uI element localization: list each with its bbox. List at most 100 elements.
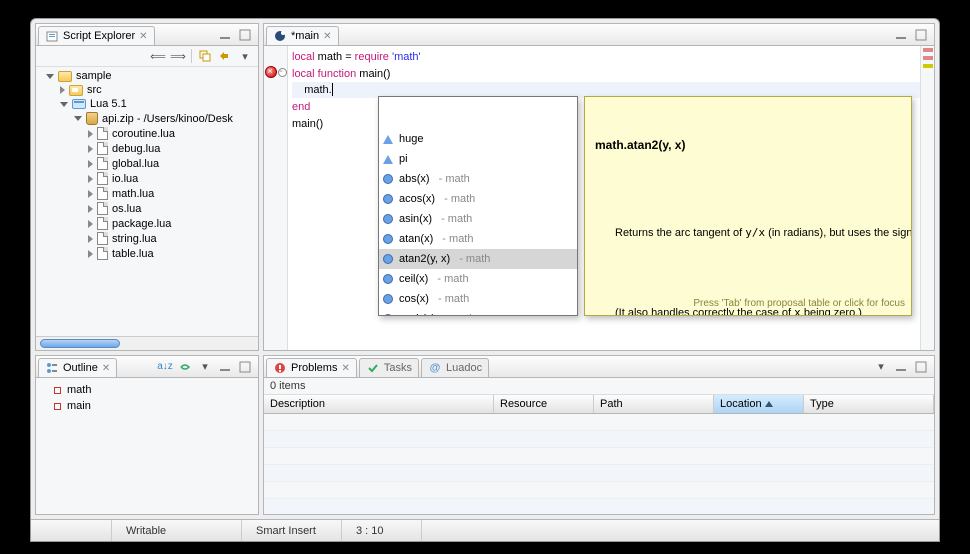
tree-file[interactable]: table.lua (36, 246, 258, 261)
outline-symbol-icon (54, 403, 61, 410)
col-location[interactable]: Location (714, 395, 804, 413)
maximize-icon[interactable] (914, 360, 928, 374)
forward-icon[interactable]: ⟹ (171, 49, 185, 63)
autocomplete-item[interactable]: cosh(x) - math (379, 309, 577, 316)
view-menu-icon[interactable]: ▾ (874, 360, 888, 374)
explorer-toolbar: ⟸ ⟹ ▾ (36, 46, 258, 67)
col-resource[interactable]: Resource (494, 395, 594, 413)
minimize-icon[interactable] (894, 28, 908, 42)
tree-file[interactable]: package.lua (36, 216, 258, 231)
doc-popup[interactable]: math.atan2(y, x) Returns the arc tangent… (584, 96, 912, 316)
script-explorer-icon (45, 29, 59, 43)
minimize-icon[interactable] (218, 28, 232, 42)
tree-file[interactable]: debug.lua (36, 141, 258, 156)
tree-file[interactable]: coroutine.lua (36, 126, 258, 141)
ruler-error-mark[interactable] (923, 56, 933, 60)
ruler-warn-mark[interactable] (923, 64, 933, 68)
code-area[interactable]: local math = require 'math' local functi… (288, 46, 920, 350)
sort-icon[interactable]: a↓z (158, 360, 172, 374)
explorer-tab[interactable]: Script Explorer ✕ (38, 26, 155, 45)
autocomplete-item[interactable]: pi (379, 149, 577, 169)
editor-gutter[interactable] (264, 46, 288, 350)
ruler-error-mark[interactable] (923, 48, 933, 52)
tab-luadoc[interactable]: @ Luadoc (421, 358, 489, 377)
constant-icon (383, 135, 393, 144)
autocomplete-item[interactable]: atan2(y, x) - math (379, 249, 577, 269)
autocomplete-item[interactable]: atan(x) - math (379, 229, 577, 249)
file-icon (97, 142, 108, 155)
problems-rows (264, 414, 934, 514)
tree-file[interactable]: os.lua (36, 201, 258, 216)
file-icon (97, 247, 108, 260)
tree-file[interactable]: global.lua (36, 156, 258, 171)
maximize-icon[interactable] (238, 28, 252, 42)
autocomplete-item[interactable]: acos(x) - math (379, 189, 577, 209)
outline-list[interactable]: mathmain (36, 378, 258, 514)
autocomplete-item[interactable]: cos(x) - math (379, 289, 577, 309)
error-marker-icon[interactable] (265, 66, 277, 78)
minimize-icon[interactable] (894, 360, 908, 374)
file-icon (97, 187, 108, 200)
tab-problems[interactable]: Problems ✕ (266, 358, 357, 377)
back-icon[interactable]: ⟸ (151, 49, 165, 63)
overview-ruler[interactable] (920, 46, 934, 350)
autocomplete-popup[interactable]: hugepiabs(x) - mathacos(x) - mathasin(x)… (378, 96, 578, 316)
outline-item[interactable]: main (42, 398, 252, 414)
view-menu-icon[interactable]: ▾ (198, 360, 212, 374)
tree-project[interactable]: sample (36, 69, 258, 83)
tab-label: Tasks (384, 362, 412, 374)
function-icon (383, 214, 393, 224)
autocomplete-item[interactable]: ceil(x) - math (379, 269, 577, 289)
tree-src[interactable]: src (36, 83, 258, 97)
editor-tab-main[interactable]: *main ✕ (266, 26, 339, 45)
filter-icon[interactable] (178, 360, 192, 374)
tree-lib[interactable]: Lua 5.1 (36, 97, 258, 111)
collapse-all-icon[interactable] (198, 49, 212, 63)
close-icon[interactable]: ✕ (139, 31, 147, 42)
tab-tasks[interactable]: Tasks (359, 358, 419, 377)
autocomplete-item[interactable]: abs(x) - math (379, 169, 577, 189)
view-menu-icon[interactable]: ▾ (238, 49, 252, 63)
col-type[interactable]: Type (804, 395, 934, 413)
tree-jar[interactable]: api.zip - /Users/kinoo/Desk (36, 111, 258, 126)
function-icon (383, 234, 393, 244)
lua-file-icon (273, 29, 287, 43)
doc-title: math.atan2(y, x) (595, 137, 901, 153)
explorer-tree[interactable]: sample src Lua 5.1 api.zip - /Users/kino… (36, 67, 258, 336)
minimize-icon[interactable] (218, 360, 232, 374)
status-bar: Writable Smart Insert 3 : 10 (31, 519, 939, 541)
autocomplete-list[interactable]: hugepiabs(x) - mathacos(x) - mathasin(x)… (379, 129, 577, 316)
problems-table[interactable]: Description Resource Path Location Type (264, 395, 934, 514)
maximize-icon[interactable] (914, 28, 928, 42)
tree-file[interactable]: math.lua (36, 186, 258, 201)
outline-tab[interactable]: Outline ✕ (38, 358, 117, 377)
col-description[interactable]: Description (264, 395, 494, 413)
problems-pane: Problems ✕ Tasks @ Luadoc ▾ 0 items Desc… (263, 355, 935, 515)
explorer-tab-label: Script Explorer (63, 30, 135, 42)
function-icon (383, 294, 393, 304)
autocomplete-item[interactable]: asin(x) - math (379, 209, 577, 229)
close-icon[interactable]: ✕ (323, 31, 331, 42)
problems-tabstrip: Problems ✕ Tasks @ Luadoc ▾ (264, 356, 934, 378)
maximize-icon[interactable] (238, 360, 252, 374)
col-path[interactable]: Path (594, 395, 714, 413)
problems-icon (273, 361, 287, 375)
explorer-tabstrip: Script Explorer ✕ (36, 24, 258, 46)
close-icon[interactable]: ✕ (102, 363, 110, 374)
outline-tab-label: Outline (63, 362, 98, 374)
text-caret (332, 83, 333, 96)
link-editor-icon[interactable] (218, 49, 232, 63)
close-icon[interactable]: ✕ (341, 363, 349, 374)
file-icon (97, 232, 108, 245)
fold-icon[interactable] (278, 68, 287, 77)
editor-body[interactable]: local math = require 'math' local functi… (264, 46, 934, 350)
tree-file[interactable]: io.lua (36, 171, 258, 186)
tree-file[interactable]: string.lua (36, 231, 258, 246)
script-explorer-pane: Script Explorer ✕ ⟸ ⟹ ▾ sample src Lua 5… (35, 23, 259, 351)
problems-header[interactable]: Description Resource Path Location Type (264, 395, 934, 414)
autocomplete-item[interactable]: huge (379, 129, 577, 149)
explorer-hscroll[interactable] (36, 336, 258, 350)
doc-footer-hint: Press 'Tab' from proposal table or click… (693, 296, 905, 312)
function-icon (383, 194, 393, 204)
outline-item[interactable]: math (42, 382, 252, 398)
